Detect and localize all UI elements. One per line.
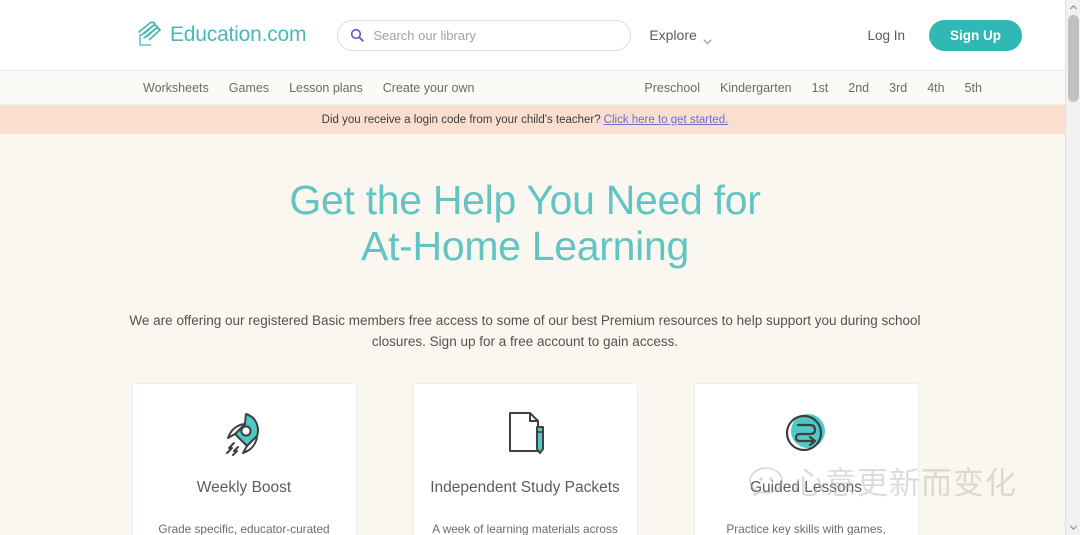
header-actions: Log In Sign Up (867, 19, 1022, 51)
card-title: Guided Lessons (749, 479, 863, 496)
scrollbar-thumb[interactable] (1068, 15, 1079, 102)
grade-item-preschool[interactable]: Preschool (644, 81, 700, 95)
feature-card-weekly-boost[interactable]: Weekly Boost Grade specific, educator-cu… (131, 383, 357, 535)
hero-section: Get the Help You Need for At-Home Learni… (0, 134, 1065, 352)
grade-item-1st[interactable]: 1st (812, 81, 829, 95)
banner-get-started-link[interactable]: Click here to get started. (604, 114, 729, 126)
page-title: Get the Help You Need for At-Home Learni… (0, 177, 1050, 269)
card-description: Grade specific, educator-curated bundles… (158, 522, 330, 535)
hero-subtitle: We are offering our registered Basic mem… (129, 313, 921, 349)
signup-button[interactable]: Sign Up (929, 19, 1022, 51)
search-input[interactable] (373, 27, 619, 43)
card-description: Practice key skills with games, songs an… (726, 522, 886, 535)
page-title-line1: Get the Help You Need for (289, 177, 761, 223)
paperclip-logo-icon (133, 20, 163, 50)
site-logo[interactable]: Education.com (133, 20, 307, 50)
card-description: A week of learning materials across all … (432, 522, 618, 535)
login-link[interactable]: Log In (867, 28, 905, 43)
banner-text: Did you receive a login code from your c… (321, 113, 601, 126)
scroll-up-arrow-icon[interactable] (1066, 0, 1080, 15)
feature-card-guided-lessons[interactable]: Guided Lessons Practice key skills with … (693, 383, 919, 535)
grade-item-5th[interactable]: 5th (965, 81, 982, 95)
feature-card-independent-study-packets[interactable]: Independent Study Packets A week of lear… (412, 383, 638, 535)
nav-item-worksheets[interactable]: Worksheets (143, 81, 209, 95)
nav-item-create-your-own[interactable]: Create your own (383, 81, 475, 95)
scroll-down-arrow-icon[interactable] (1066, 520, 1080, 535)
logo-text: Education.com (170, 23, 307, 46)
document-pencil-icon (430, 405, 621, 461)
vertical-scrollbar[interactable] (1065, 0, 1080, 535)
feature-cards: Weekly Boost Grade specific, educator-cu… (0, 383, 1065, 535)
card-title: Weekly Boost (196, 479, 292, 496)
grade-item-3rd[interactable]: 3rd (889, 81, 907, 95)
explore-menu[interactable]: Explore (649, 27, 712, 45)
search-icon (350, 28, 365, 42)
grade-item-kindergarten[interactable]: Kindergarten (720, 81, 792, 95)
grade-item-2nd[interactable]: 2nd (848, 81, 869, 95)
login-code-banner: Did you receive a login code from your c… (0, 105, 1065, 134)
grade-navigation: Preschool Kindergarten 1st 2nd 3rd 4th 5… (644, 81, 1065, 95)
secondary-navigation: Worksheets Games Lesson plans Create you… (0, 71, 1065, 105)
nav-item-lesson-plans[interactable]: Lesson plans (289, 81, 363, 95)
page-content: Education.com Explore (0, 0, 1065, 535)
chevron-down-icon (703, 32, 712, 45)
guided-path-circle-icon (711, 405, 902, 461)
grade-item-4th[interactable]: 4th (927, 81, 944, 95)
search-box[interactable] (337, 19, 632, 51)
site-header: Education.com Explore (0, 0, 1065, 71)
page-title-line2: At-Home Learning (361, 223, 689, 269)
rocket-icon (149, 405, 340, 461)
card-title: Independent Study Packets (430, 479, 620, 496)
browser-viewport: Education.com Explore (0, 0, 1080, 535)
nav-item-games[interactable]: Games (229, 81, 269, 95)
explore-label: Explore (649, 27, 697, 43)
